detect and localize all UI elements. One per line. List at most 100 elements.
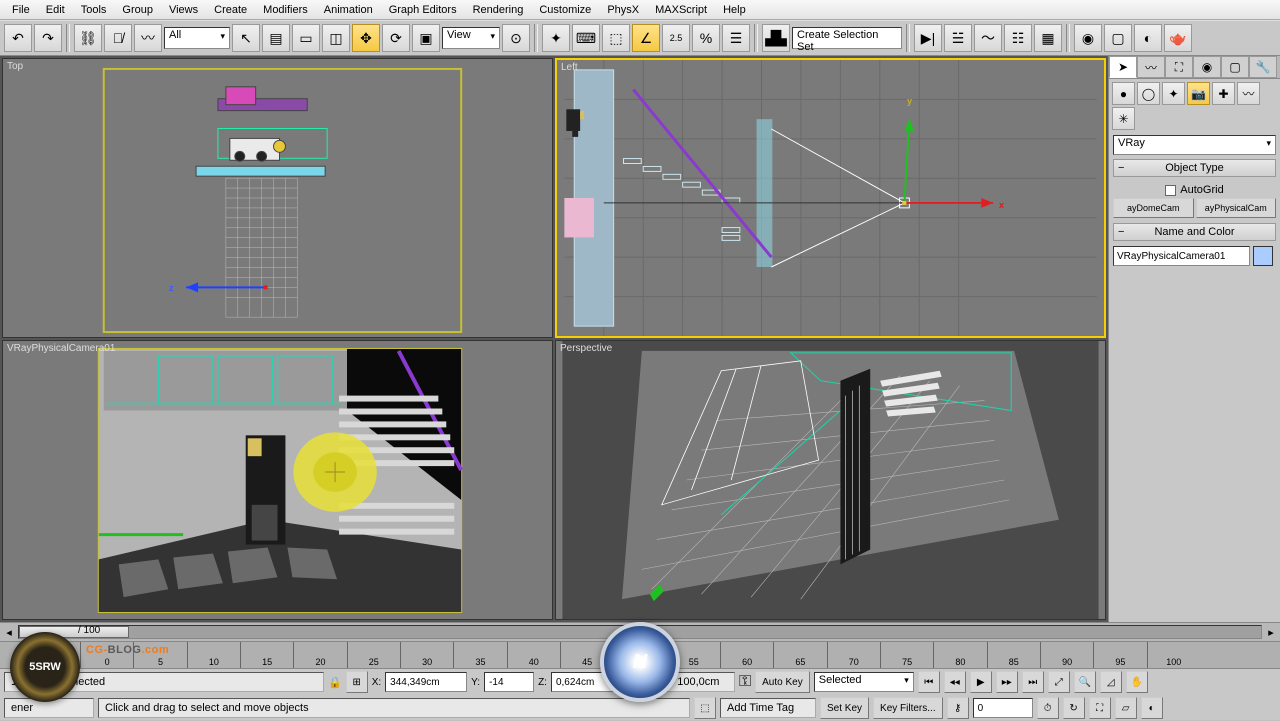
menu-physx[interactable]: PhysX: [599, 1, 647, 19]
create-subclass-dropdown[interactable]: VRay: [1113, 135, 1276, 155]
systems-icon[interactable]: ✳: [1112, 107, 1135, 130]
scroll-right-icon[interactable]: ▸: [1266, 626, 1276, 639]
walk-icon[interactable]: ◐: [1141, 697, 1163, 719]
lights-icon[interactable]: ✦: [1162, 82, 1185, 105]
goto-start-icon[interactable]: ⏮: [918, 671, 940, 693]
key-filters-button[interactable]: Key Filters...: [873, 697, 943, 719]
ref-coord-dropdown[interactable]: View: [442, 27, 500, 49]
motion-tab-icon[interactable]: ◉: [1193, 56, 1221, 78]
absolute-mode-icon[interactable]: ⊞: [346, 671, 368, 693]
menu-grapheditors[interactable]: Graph Editors: [381, 1, 465, 19]
menu-file[interactable]: File: [4, 1, 38, 19]
menu-views[interactable]: Views: [161, 1, 206, 19]
viewport-camera[interactable]: VRayPhysicalCamera01: [2, 340, 553, 620]
select-manipulate-icon[interactable]: ✦: [542, 24, 570, 52]
fov-icon-2[interactable]: ▱: [1115, 697, 1137, 719]
material-editor-icon[interactable]: ▦: [1034, 24, 1062, 52]
percent-snap-icon[interactable]: 2.5: [662, 24, 690, 52]
redo-icon[interactable]: ↷: [34, 24, 62, 52]
coord-y[interactable]: -14: [484, 672, 534, 692]
pan-icon[interactable]: ✋: [1126, 671, 1148, 693]
utilities-tab-icon[interactable]: 🔧: [1249, 56, 1277, 78]
fov-icon[interactable]: ◿: [1100, 671, 1122, 693]
play-icon[interactable]: ▶: [970, 671, 992, 693]
undo-icon[interactable]: ↶: [4, 24, 32, 52]
mirror-icon[interactable]: ▟▙: [762, 24, 790, 52]
angle-snap-icon[interactable]: ∠: [632, 24, 660, 52]
select-object-icon[interactable]: ↖: [232, 24, 260, 52]
menu-help[interactable]: Help: [715, 1, 754, 19]
menu-tools[interactable]: Tools: [73, 1, 115, 19]
menu-create[interactable]: Create: [206, 1, 255, 19]
add-time-tag[interactable]: Add Time Tag: [720, 698, 816, 718]
key-mode-icon[interactable]: ⚷: [947, 697, 969, 719]
named-selection-input[interactable]: Create Selection Set: [792, 27, 902, 49]
render-setup-icon[interactable]: ◉: [1074, 24, 1102, 52]
select-rotate-icon[interactable]: ⟳: [382, 24, 410, 52]
geometry-icon[interactable]: ●: [1112, 82, 1135, 105]
display-tab-icon[interactable]: ▢: [1221, 56, 1249, 78]
teapot-icon[interactable]: 🫖: [1164, 24, 1192, 52]
spinner-snap-icon[interactable]: %: [692, 24, 720, 52]
rendered-frame-icon[interactable]: ▢: [1104, 24, 1132, 52]
keyboard-shortcut-icon[interactable]: ⌨: [572, 24, 600, 52]
align-icon[interactable]: ▶|: [914, 24, 942, 52]
next-frame-icon[interactable]: ▸▸: [996, 671, 1018, 693]
goto-end-icon[interactable]: ⏭: [1022, 671, 1044, 693]
unlink-icon[interactable]: ⛓̸: [104, 24, 132, 52]
autogrid-checkbox[interactable]: AutoGrid: [1113, 182, 1276, 198]
spacewarps-icon[interactable]: 〰: [1237, 82, 1260, 105]
hierarchy-tab-icon[interactable]: ⛶: [1165, 56, 1193, 78]
link-icon[interactable]: ⛓: [74, 24, 102, 52]
time-tag-icon[interactable]: ⬚: [694, 697, 716, 719]
set-key-button[interactable]: Set Key: [820, 697, 869, 719]
zoom-icon[interactable]: 🔍: [1074, 671, 1096, 693]
object-color-swatch[interactable]: [1253, 246, 1273, 266]
auto-key-button[interactable]: Auto Key: [755, 671, 810, 693]
vray-dome-camera-button[interactable]: ayDomeCam: [1113, 198, 1194, 218]
menu-maxscript[interactable]: MAXScript: [647, 1, 715, 19]
bind-space-warp-icon[interactable]: 〰: [134, 24, 162, 52]
curve-editor-icon[interactable]: 〜: [974, 24, 1002, 52]
select-by-name-icon[interactable]: ▤: [262, 24, 290, 52]
rollout-object-type[interactable]: Object Type: [1113, 159, 1276, 177]
select-scale-icon[interactable]: ▣: [412, 24, 440, 52]
key-icon[interactable]: ⚿: [739, 673, 751, 691]
lock-icon[interactable]: 🔒: [328, 676, 342, 689]
zoom-extents-icon[interactable]: ⤢: [1048, 671, 1070, 693]
vray-physical-camera-button[interactable]: ayPhysicalCam: [1196, 198, 1277, 218]
window-crossing-icon[interactable]: ◫: [322, 24, 350, 52]
object-name-input[interactable]: [1113, 246, 1250, 266]
coord-x[interactable]: 344,349cm: [385, 672, 467, 692]
helpers-icon[interactable]: ✚: [1212, 82, 1235, 105]
key-filter-dropdown[interactable]: Selected: [814, 672, 914, 692]
menu-group[interactable]: Group: [114, 1, 161, 19]
modify-tab-icon[interactable]: 〰: [1137, 56, 1165, 78]
use-pivot-icon[interactable]: ⊙: [502, 24, 530, 52]
cameras-icon[interactable]: 📷: [1187, 82, 1210, 105]
scroll-left-icon[interactable]: ◂: [4, 626, 14, 639]
create-tab-icon[interactable]: ➤: [1109, 56, 1137, 78]
menu-modifiers[interactable]: Modifiers: [255, 1, 316, 19]
schematic-view-icon[interactable]: ☷: [1004, 24, 1032, 52]
selection-filter-dropdown[interactable]: All: [164, 27, 230, 49]
maximize-viewport-icon[interactable]: ⛶: [1089, 697, 1111, 719]
select-region-icon[interactable]: ▭: [292, 24, 320, 52]
time-config-icon[interactable]: ⏱: [1037, 697, 1059, 719]
menu-rendering[interactable]: Rendering: [465, 1, 532, 19]
menu-animation[interactable]: Animation: [316, 1, 381, 19]
viewport-top[interactable]: Top: [2, 58, 553, 338]
select-move-icon[interactable]: ✥: [352, 24, 380, 52]
menu-edit[interactable]: Edit: [38, 1, 73, 19]
viewport-left[interactable]: Left: [555, 58, 1106, 338]
shapes-icon[interactable]: ◯: [1137, 82, 1160, 105]
edit-named-sel-icon[interactable]: ☰: [722, 24, 750, 52]
rollout-name-color[interactable]: Name and Color: [1113, 223, 1276, 241]
menu-customize[interactable]: Customize: [531, 1, 599, 19]
orbit-icon[interactable]: ↻: [1063, 697, 1085, 719]
viewport-perspective[interactable]: Perspective: [555, 340, 1106, 620]
render-production-icon[interactable]: ◐: [1134, 24, 1162, 52]
current-frame-input[interactable]: 0: [973, 698, 1033, 718]
snap-toggle-icon[interactable]: ⬚: [602, 24, 630, 52]
layers-icon[interactable]: ☱: [944, 24, 972, 52]
